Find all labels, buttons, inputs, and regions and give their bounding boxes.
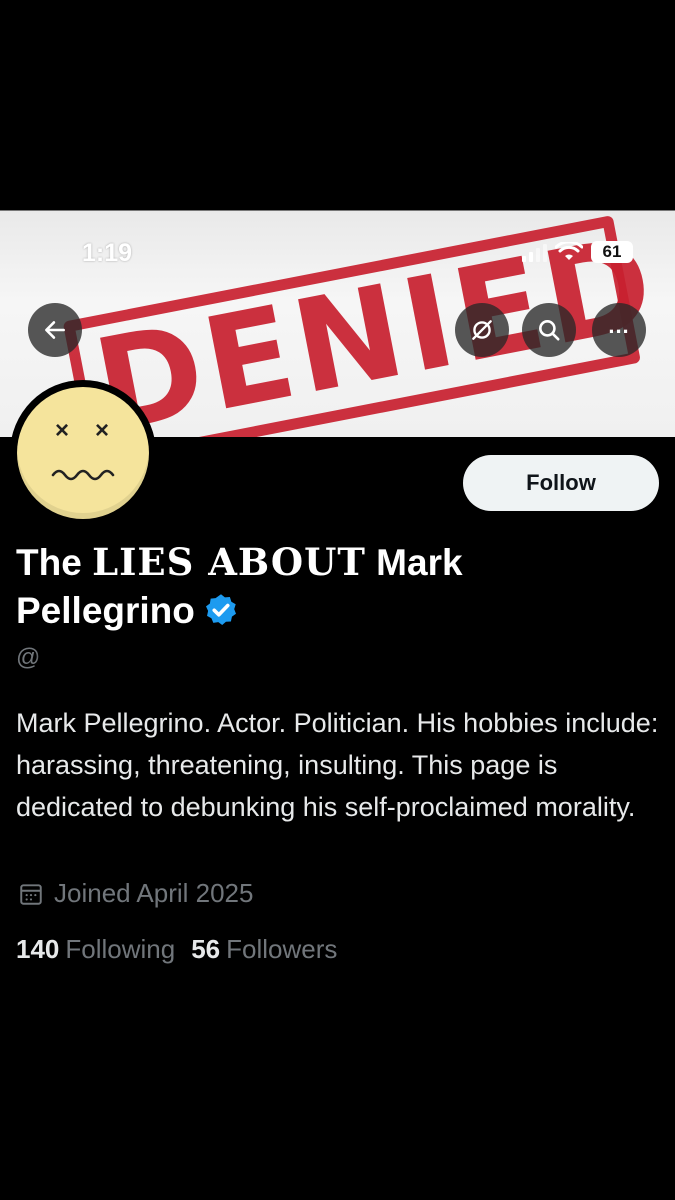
name-part-2: LIES ABOUT (92, 540, 366, 584)
back-button[interactable] (28, 303, 82, 357)
avatar[interactable]: × × (10, 380, 156, 526)
x-eye-icon: × (95, 417, 110, 444)
joined-date: Joined April 2025 (18, 878, 253, 909)
follow-button[interactable]: Follow (463, 455, 659, 511)
following-label: Following (65, 934, 176, 964)
wavy-mouth-icon (51, 469, 115, 481)
joined-label: Joined April 2025 (54, 878, 254, 908)
following-link[interactable]: 140 Following (16, 934, 175, 965)
grok-icon (472, 320, 492, 340)
calendar-icon (20, 883, 42, 905)
avatar-face-icon: × × (17, 387, 149, 519)
follow-stats: 140 Following 56 Followers (16, 934, 337, 965)
search-button[interactable] (522, 303, 576, 357)
display-name: The LIES ABOUT Mark Pellegrino (16, 538, 636, 635)
user-handle: @ (16, 644, 41, 671)
x-eye-icon: × (55, 417, 70, 444)
status-time: 1:19 (82, 239, 133, 267)
search-icon (539, 320, 560, 341)
battery-icon: 61 (591, 241, 633, 263)
profile-bio: Mark Pellegrino. Actor. Politician. His … (16, 708, 659, 822)
following-count: 140 (16, 934, 60, 964)
followers-link[interactable]: 56 Followers (191, 934, 337, 965)
arrow-left-icon (45, 321, 65, 339)
followers-label: Followers (226, 934, 338, 964)
more-icon: ... (608, 313, 630, 338)
status-indicators: 61 (522, 241, 633, 263)
more-button[interactable]: ... (592, 303, 646, 357)
verified-badge-icon[interactable] (203, 592, 239, 628)
wifi-icon (555, 242, 583, 260)
followers-count: 56 (191, 934, 221, 964)
grok-button[interactable] (455, 303, 509, 357)
handle-redaction (40, 648, 250, 678)
signal-icon (522, 242, 547, 262)
name-part-1: The (16, 542, 93, 583)
